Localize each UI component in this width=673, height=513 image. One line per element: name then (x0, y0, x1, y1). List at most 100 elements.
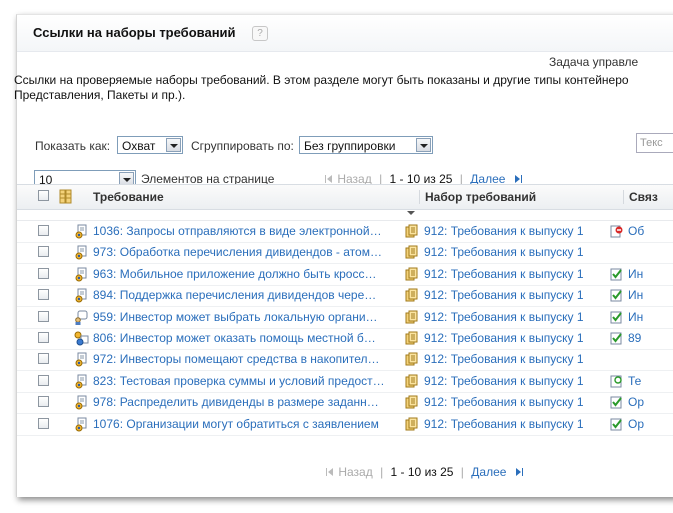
table-row[interactable]: 1076: Организации могут обратиться с зая… (17, 414, 673, 436)
table-row[interactable]: 1036: Запросы отправляются в виде электр… (17, 221, 673, 243)
back-link: Назад (338, 465, 373, 479)
column-requirement[interactable]: Требование (93, 190, 164, 204)
next-link[interactable]: Далее (471, 465, 506, 479)
requirement-set-icon (405, 245, 420, 260)
table-row[interactable]: 963: Мобильное приложение должно быть кр… (17, 264, 673, 286)
link-text[interactable]: Ин (628, 310, 643, 324)
requirement-icon (74, 267, 89, 282)
description: Ссылки на проверяемые наборы требований.… (14, 73, 673, 103)
link-text[interactable]: Те (628, 374, 641, 388)
prev-page-icon (328, 468, 333, 476)
group-by-label: Сгруппировать по: (191, 139, 294, 153)
table-row[interactable]: 823: Тестовая проверка суммы и условий п… (17, 371, 673, 393)
task-label[interactable]: Задача управле (549, 55, 638, 69)
requirement-link[interactable]: 894: Поддержка перечисления дивидендов ч… (93, 288, 403, 302)
next-page-icon[interactable] (515, 468, 521, 476)
requirement-set-icon (405, 374, 420, 389)
page-range: 1 - 10 из 25 (390, 465, 454, 479)
chevron-down-icon[interactable] (416, 138, 431, 152)
show-as-label: Показать как: (35, 139, 111, 153)
row-checkbox[interactable] (38, 417, 49, 429)
requirement-link[interactable]: 1036: Запросы отправляются в виде электр… (93, 224, 403, 238)
panel-header: Ссылки на наборы требований ? (17, 15, 673, 52)
row-checkbox[interactable] (38, 396, 49, 408)
requirement-set-link[interactable]: 912: Требования к выпуску 1 (424, 331, 609, 345)
filter-input[interactable]: Текс (636, 133, 673, 153)
panel-title: Ссылки на наборы требований (33, 25, 236, 40)
testcase-icon (610, 268, 623, 281)
columns-icon[interactable] (59, 189, 73, 207)
requirement-set-link[interactable]: 912: Требования к выпуску 1 (424, 417, 609, 431)
requirement-set-link[interactable]: 912: Требования к выпуску 1 (424, 224, 609, 238)
row-checkbox[interactable] (38, 374, 49, 386)
requirement-set-icon (405, 331, 420, 346)
requirement-link[interactable]: 972: Инвесторы помещают средства в накоп… (93, 352, 403, 366)
table-row[interactable]: 959: Инвестор может выбрать локальную ор… (17, 307, 673, 329)
requirement-link[interactable]: 978: Распределить дивиденды в размере за… (93, 395, 403, 409)
link-text[interactable]: 89 (628, 331, 641, 345)
requirement-set-icon (405, 224, 420, 239)
requirement-link[interactable]: 806: Инвестор может оказать помощь местн… (93, 331, 403, 345)
chevron-down-icon[interactable] (407, 211, 415, 215)
requirement-icon (74, 417, 89, 432)
prev-page-icon (327, 175, 332, 183)
first-page-icon (325, 175, 326, 183)
description-line-1: Ссылки на проверяемые наборы требований.… (14, 73, 629, 87)
row-checkbox[interactable] (38, 332, 49, 343)
select-all-checkbox[interactable] (38, 190, 49, 201)
help-icon[interactable]: ? (252, 26, 268, 41)
requirement-icon (74, 288, 89, 303)
column-link[interactable]: Связ (629, 190, 658, 204)
blocked-icon (610, 225, 623, 238)
requirement-set-icon (405, 310, 420, 325)
user-requirement-icon (74, 310, 89, 325)
requirement-icon (74, 352, 89, 367)
requirement-icon (74, 374, 89, 389)
requirement-icon (74, 395, 89, 410)
requirement-link[interactable]: 1076: Организации могут обратиться с зая… (93, 417, 403, 431)
table-row[interactable]: 972: Инвесторы помещают средства в накоп… (17, 349, 673, 372)
requirement-set-icon (405, 352, 420, 367)
requirement-set-icon (405, 288, 420, 303)
table-row[interactable]: 894: Поддержка перечисления дивидендов ч… (17, 285, 673, 308)
next-page-icon[interactable] (514, 175, 520, 183)
table-row[interactable]: 978: Распределить дивиденды в размере за… (17, 392, 673, 415)
link-text[interactable]: Ор (628, 395, 644, 409)
requirement-set-link[interactable]: 912: Требования к выпуску 1 (424, 374, 609, 388)
requirement-set-link[interactable]: 912: Требования к выпуску 1 (424, 245, 609, 259)
bottom-pager: Назад | 1 - 10 из 25 | Далее (326, 465, 523, 479)
feature-icon (74, 331, 89, 346)
requirement-set-link[interactable]: 912: Требования к выпуску 1 (424, 395, 609, 409)
testcase-icon (610, 311, 623, 324)
sort-indicator-row (17, 209, 673, 221)
requirement-set-icon (405, 267, 420, 282)
group-by-select[interactable]: Без группировки (299, 136, 433, 154)
requirement-link[interactable]: 973: Обработка перечисления дивидендов -… (93, 245, 403, 259)
table-row[interactable]: 806: Инвестор может оказать помощь местн… (17, 328, 673, 350)
link-text[interactable]: Ин (628, 288, 643, 302)
row-checkbox[interactable] (38, 289, 49, 301)
row-checkbox[interactable] (38, 246, 49, 258)
row-checkbox[interactable] (38, 267, 49, 279)
requirement-link[interactable]: 963: Мобильное приложение должно быть кр… (93, 267, 403, 281)
row-checkbox[interactable] (38, 310, 49, 322)
requirement-set-link[interactable]: 912: Требования к выпуску 1 (424, 310, 609, 324)
chevron-down-icon[interactable] (166, 138, 181, 152)
test-icon (610, 375, 623, 388)
requirement-set-link[interactable]: 912: Требования к выпуску 1 (424, 267, 609, 281)
requirement-link[interactable]: 959: Инвестор может выбрать локальную ор… (93, 310, 403, 324)
row-checkbox[interactable] (38, 225, 49, 236)
table-row[interactable]: 973: Обработка перечисления дивидендов -… (17, 242, 673, 265)
show-as-select[interactable]: Охват (117, 136, 183, 154)
link-text[interactable]: Ор (628, 417, 644, 431)
link-text[interactable]: Об (628, 224, 644, 238)
table-header: Требование Набор требований Связ (17, 184, 673, 210)
testcase-icon (610, 289, 623, 302)
requirement-set-link[interactable]: 912: Требования к выпуску 1 (424, 352, 609, 366)
link-text[interactable]: Ин (628, 267, 643, 281)
requirement-link[interactable]: 823: Тестовая проверка суммы и условий п… (93, 374, 403, 388)
row-checkbox[interactable] (38, 353, 49, 365)
column-requirement-set[interactable]: Набор требований (425, 190, 536, 204)
requirement-icon (74, 224, 89, 239)
requirement-set-link[interactable]: 912: Требования к выпуску 1 (424, 288, 609, 302)
